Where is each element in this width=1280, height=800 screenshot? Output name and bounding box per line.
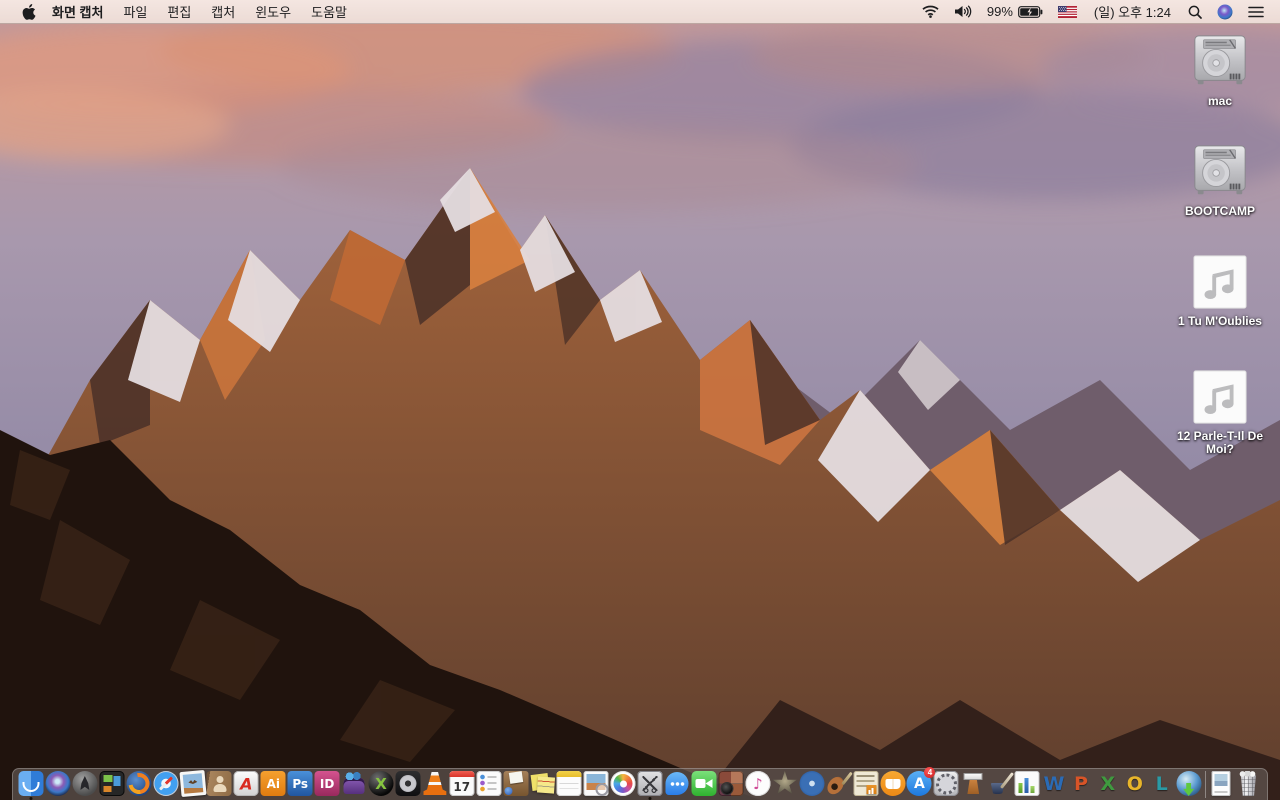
siri-menu[interactable] — [1213, 0, 1237, 23]
us-flag-icon — [1057, 5, 1077, 18]
dock-indesign-icon[interactable]: ID — [314, 770, 340, 798]
dock-photoshop-icon[interactable]: Ps — [287, 770, 313, 798]
dock-grab-screen-capture-icon[interactable] — [637, 770, 663, 798]
dock-word-icon[interactable]: W — [1041, 770, 1067, 798]
input-source-menu[interactable] — [1054, 0, 1081, 23]
dock-launchpad-icon[interactable] — [72, 770, 98, 798]
battery-menu[interactable]: 99% — [983, 0, 1047, 23]
menu-item-1[interactable]: 편집 — [157, 0, 201, 23]
menu-clock[interactable]: (일) 오후 1:24 — [1088, 0, 1177, 23]
dock-illustrator-icon[interactable]: Ai — [260, 770, 286, 798]
dock-finder-icon[interactable] — [18, 770, 44, 798]
dock-acrobat-reader-icon[interactable]: A — [233, 770, 259, 798]
dock-pages-icon[interactable] — [987, 770, 1013, 798]
dock-imovie-icon[interactable] — [772, 770, 798, 798]
menu-item-4[interactable]: 도움말 — [301, 0, 357, 23]
menu-item-3[interactable]: 윈도우 — [245, 0, 301, 23]
dock-powerpoint-icon[interactable]: P — [1068, 770, 1094, 798]
dock-notes-icon[interactable] — [556, 770, 582, 798]
hard-drive-icon — [1191, 33, 1249, 91]
wifi-icon — [922, 5, 939, 18]
wifi-menu[interactable] — [918, 0, 943, 23]
apple-menu[interactable] — [14, 0, 44, 23]
dock-firefox-icon[interactable] — [126, 770, 152, 798]
dock: A Ai Ps ID X 17 ♪ A 4 W P X O L — [12, 767, 1268, 800]
dock-vlc-icon[interactable] — [422, 770, 448, 798]
desktop-icon-column: mac BOOTCAMP 1 Tu M'Oublies 12 Parle-T-Il D… — [1160, 0, 1280, 760]
notification-center-icon — [1248, 6, 1264, 17]
dock-mail-icon[interactable] — [178, 769, 207, 798]
hard-drive-icon — [1191, 143, 1249, 201]
dock-safari-icon[interactable] — [153, 770, 179, 798]
dock-disk-utility-app-icon[interactable] — [395, 770, 421, 798]
dock-trash-full-icon[interactable] — [1235, 770, 1261, 798]
dock-web-downloader-icon[interactable] — [1176, 770, 1202, 798]
dock-ibooks-icon[interactable] — [880, 770, 906, 798]
audio-file-icon — [1191, 368, 1249, 426]
dock-system-preferences-icon[interactable] — [933, 770, 959, 798]
macos-desktop: 화면 캡처 파일 편집 캡처 윈도우 도움말 99% (일) 오후 1:24 m… — [0, 0, 1280, 800]
audio-file-icon — [1191, 253, 1249, 311]
desktop-icon-label: BOOTCAMP — [1185, 204, 1255, 218]
dock-photo-booth-icon[interactable] — [718, 770, 744, 798]
desktop-icon-label: 12 Parle-T-Il De Moi? — [1176, 429, 1264, 456]
menu-bar: 화면 캡처 파일 편집 캡처 윈도우 도움말 99% (일) 오후 1:24 — [0, 0, 1280, 24]
dock-itunes-icon[interactable]: ♪ — [745, 770, 771, 798]
dock-app-store-icon[interactable]: A4 — [906, 767, 936, 798]
dock-keynote-icon[interactable] — [960, 770, 986, 798]
dock-divider — [1204, 771, 1206, 798]
dock-garageband-icon[interactable] — [826, 770, 852, 798]
dock-stickies-icon[interactable] — [530, 770, 556, 798]
dock-calendar-icon[interactable]: 17 — [449, 770, 475, 798]
notification-center-menu[interactable] — [1244, 0, 1268, 23]
volume-icon — [954, 5, 972, 18]
dock-numbers-icon[interactable] — [1014, 770, 1040, 798]
dock-preview-icon[interactable] — [583, 770, 609, 798]
dock-messages-icon[interactable] — [664, 770, 690, 798]
dock-photos-icon[interactable] — [610, 770, 636, 798]
dock-reminders-icon[interactable] — [476, 770, 502, 798]
dock-document-file-icon[interactable] — [1208, 770, 1234, 798]
menu-item-2[interactable]: 캡처 — [201, 0, 245, 23]
desktop-wallpaper — [0, 0, 1280, 800]
volume-menu[interactable] — [950, 0, 976, 23]
desktop-icon-volume-mac[interactable]: mac — [1165, 33, 1275, 108]
desktop-icon-audio-file-2[interactable]: 12 Parle-T-Il De Moi? — [1165, 368, 1275, 456]
spotlight-menu[interactable] — [1184, 0, 1206, 23]
dock-excel-icon[interactable]: X — [1095, 770, 1121, 798]
dock-contacts-icon[interactable] — [206, 770, 232, 798]
dock-lync-icon[interactable]: L — [1149, 770, 1175, 798]
dock-facetime-icon[interactable] — [691, 770, 717, 798]
siri-icon — [1217, 4, 1233, 19]
dock-stuffit-expander-icon[interactable] — [503, 770, 529, 798]
spotlight-search-icon — [1188, 5, 1202, 19]
battery-percent: 99% — [986, 4, 1013, 19]
dock-newsstand-documents-icon[interactable] — [853, 770, 879, 798]
dock-idvd-icon[interactable] — [799, 770, 825, 798]
active-app-name[interactable]: 화면 캡처 — [52, 2, 103, 21]
dock-x-sphere-app-icon[interactable]: X — [368, 770, 394, 798]
dock-siri-icon[interactable] — [45, 770, 71, 798]
dock-toast-titanium-icon[interactable] — [341, 770, 367, 798]
menu-items: 파일 편집 캡처 윈도우 도움말 — [113, 0, 357, 23]
battery-charging-icon — [1018, 5, 1043, 18]
desktop-icon-audio-file-1[interactable]: 1 Tu M'Oublies — [1165, 253, 1275, 328]
dock-mission-control-icon[interactable] — [99, 770, 125, 798]
desktop-icon-label: 1 Tu M'Oublies — [1178, 314, 1262, 328]
desktop-icon-label: mac — [1207, 94, 1233, 108]
menu-item-0[interactable]: 파일 — [113, 0, 157, 23]
dock-outlook-icon[interactable]: O — [1122, 770, 1148, 798]
desktop-icon-volume-bootcamp[interactable]: BOOTCAMP — [1165, 143, 1275, 218]
apple-logo-icon — [22, 3, 36, 20]
